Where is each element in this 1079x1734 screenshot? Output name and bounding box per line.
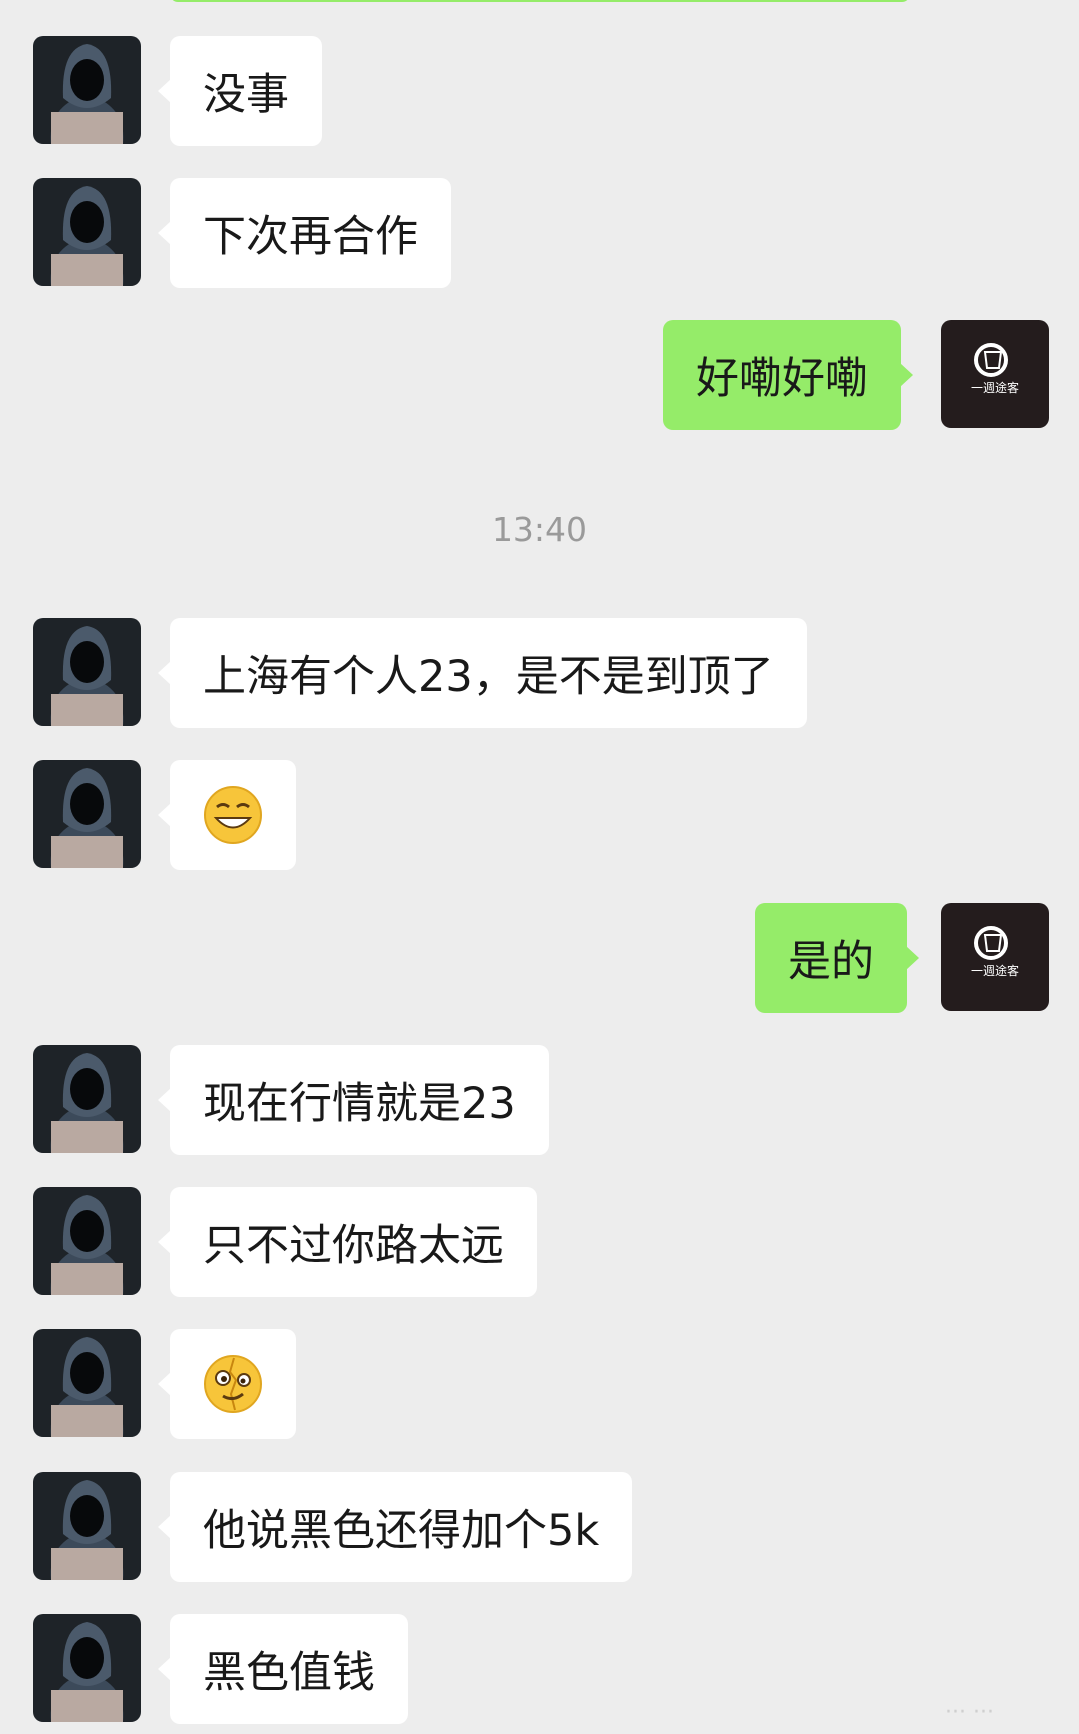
hooded-figure-icon [33, 1472, 141, 1580]
incoming-message-bubble[interactable]: 黑色值钱 [158, 1614, 408, 1724]
hooded-figure-icon [33, 618, 141, 726]
contact-avatar[interactable] [33, 1045, 141, 1153]
grinning-squint-face-icon [204, 786, 262, 844]
previous-outgoing-bubble-edge [170, 0, 910, 2]
brand-logo-text: 一週途客 [971, 380, 1019, 395]
incoming-emoji-bubble[interactable] [158, 760, 296, 870]
incoming-message-bubble[interactable]: 他说黑色还得加个5k [157, 1472, 633, 1582]
message-text: 黑色值钱 [203, 1648, 375, 1698]
incoming-message-bubble[interactable]: 下次再合作 [158, 178, 451, 288]
message-row [0, 760, 1079, 870]
my-avatar[interactable]: 一週途客 [941, 903, 1049, 1011]
brand-logo-icon: 一週途客 [941, 320, 1049, 428]
contact-avatar[interactable] [33, 1329, 141, 1437]
brand-logo-icon: 一週途客 [941, 903, 1049, 1011]
message-text: 他说黑色还得加个5k [203, 1506, 600, 1556]
incoming-message-bubble[interactable]: 现在行情就是23 [158, 1045, 549, 1155]
message-text: 下次再合作 [203, 212, 418, 262]
incoming-emoji-bubble[interactable] [158, 1329, 296, 1439]
hooded-figure-icon [33, 36, 141, 144]
message-row: 现在行情就是23 [0, 1045, 1079, 1155]
message-text: 上海有个人23，是不是到顶了 [203, 652, 774, 702]
chat-timestamp: 13:40 [491, 510, 588, 549]
message-row: 上海有个人23，是不是到顶了 [0, 618, 1079, 728]
contact-avatar[interactable] [33, 1614, 141, 1722]
message-text: 是的 [788, 937, 874, 987]
incoming-message-bubble[interactable]: 上海有个人23，是不是到顶了 [158, 618, 807, 728]
message-row [0, 1329, 1079, 1439]
outgoing-message-bubble[interactable]: 好嘞好嘞 [663, 320, 913, 430]
message-text: 没事 [203, 70, 289, 120]
hooded-figure-icon [33, 1045, 141, 1153]
message-text: 现在行情就是23 [203, 1079, 516, 1129]
hooded-figure-icon [33, 1187, 141, 1295]
my-avatar[interactable]: 一週途客 [941, 320, 1049, 428]
outgoing-message-bubble[interactable]: 是的 [755, 903, 919, 1013]
contact-avatar[interactable] [33, 618, 141, 726]
message-row: 黑色值钱 [0, 1614, 1079, 1724]
zany-cracked-face-icon [204, 1355, 262, 1413]
message-text: 好嘞好嘞 [696, 354, 868, 404]
message-row: 下次再合作 [0, 178, 1079, 288]
message-row: 只不过你路太远 [0, 1187, 1079, 1297]
hooded-figure-icon [33, 1614, 141, 1722]
message-row: 没事 [0, 36, 1079, 146]
message-row: 好嘞好嘞 一週途客 [0, 320, 1079, 430]
contact-avatar[interactable] [33, 178, 141, 286]
contact-avatar[interactable] [33, 1187, 141, 1295]
contact-avatar[interactable] [33, 760, 141, 868]
message-row: 他说黑色还得加个5k [0, 1472, 1079, 1582]
message-text: 只不过你路太远 [203, 1221, 504, 1271]
incoming-message-bubble[interactable]: 只不过你路太远 [158, 1187, 537, 1297]
hooded-figure-icon [33, 760, 141, 868]
contact-avatar[interactable] [33, 1472, 141, 1580]
contact-avatar[interactable] [33, 36, 141, 144]
brand-logo-text: 一週途客 [971, 963, 1019, 978]
incoming-message-bubble[interactable]: 没事 [158, 36, 322, 146]
hooded-figure-icon [33, 178, 141, 286]
hooded-figure-icon [33, 1329, 141, 1437]
message-row: 是的 一週途客 [0, 903, 1079, 1013]
watermark: ··· ··· [945, 1700, 994, 1725]
